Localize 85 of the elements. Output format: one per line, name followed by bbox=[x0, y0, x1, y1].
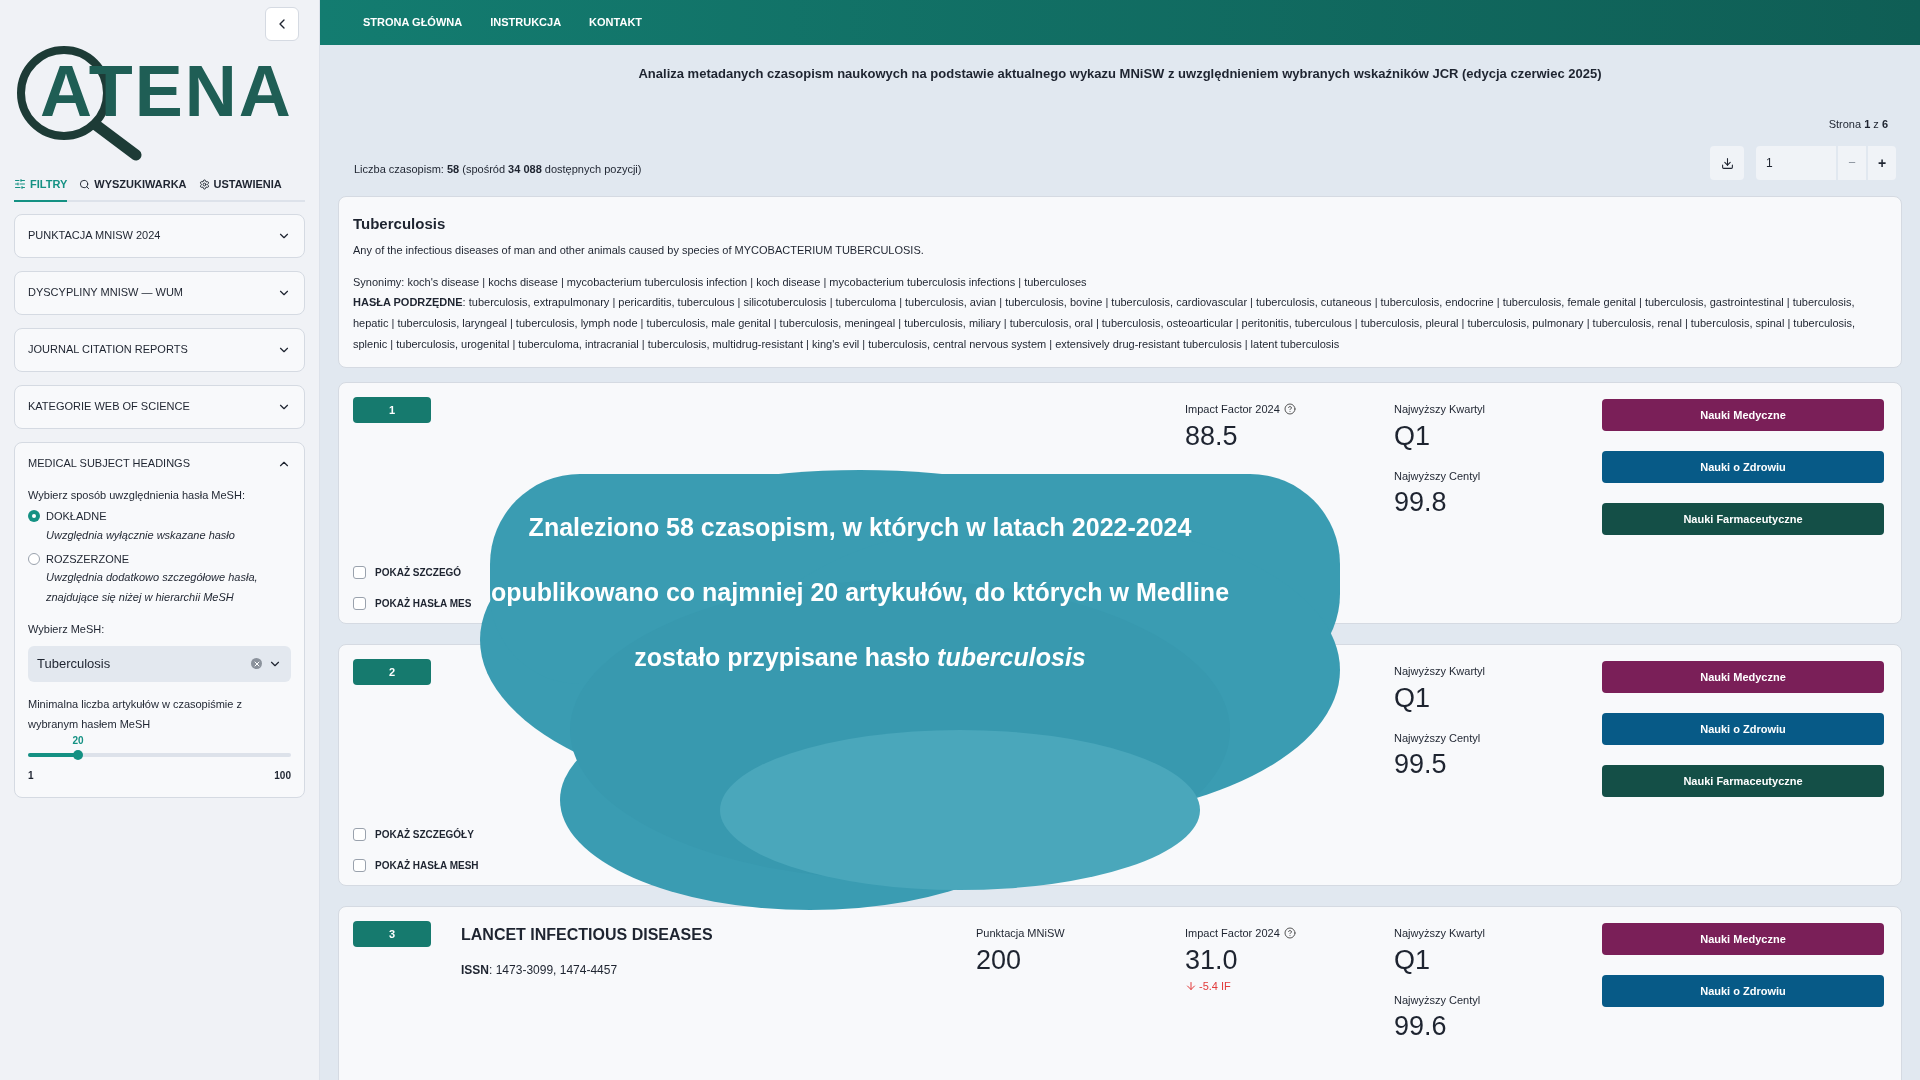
help-icon[interactable] bbox=[1283, 927, 1296, 940]
checkbox-label: POKAŻ HASŁA MES bbox=[375, 596, 472, 611]
checkbox-label: POKAŻ HASŁA MESH bbox=[375, 858, 479, 873]
journal-title: LANCET INFECTIOUS DISEASES bbox=[461, 925, 714, 945]
synonyms-text: Synonimy: koch's disease | kochs disease | mycobacterium tuberculosis infection | koch disease | mycobacterium tuberculosis infections | tuberculoses bbox=[353, 275, 1088, 290]
stat-label: Punktacja MNiSW bbox=[976, 926, 1065, 941]
discipline-tag[interactable]: Nauki Farmaceutyczne bbox=[1602, 765, 1884, 797]
search-icon bbox=[79, 178, 91, 190]
stat-label: Najwyższy Kwartyl bbox=[1394, 926, 1486, 941]
select-value: Tuberculosis bbox=[37, 654, 111, 673]
discipline-tag[interactable]: Nauki o Zdrowiu bbox=[1602, 975, 1884, 1007]
stat-value: 99.8 bbox=[1394, 486, 1448, 519]
arrow-down-icon bbox=[1185, 979, 1197, 992]
radio-label: DOKŁADNE bbox=[46, 509, 108, 524]
issn-text: ISSN: 1473-3099, 1474-4457 bbox=[461, 962, 619, 979]
nav-link[interactable]: KONTAKT bbox=[589, 14, 643, 31]
discipline-tag[interactable]: Nauki Farmaceutyczne bbox=[1602, 503, 1884, 535]
radio-label: ROZSZERZONE bbox=[46, 551, 131, 567]
mesh-select[interactable]: Tuberculosis bbox=[28, 645, 291, 682]
discipline-tag[interactable]: Nauki Medyczne bbox=[1602, 399, 1884, 431]
accordion-header[interactable]: JOURNAL CITATION REPORTS bbox=[15, 328, 304, 371]
result-count: Liczba czasopism: 58 (spośród 34 088 dostępnych pozycji) bbox=[354, 161, 642, 177]
narrower-terms-text: HASŁA PODRZĘDNE: tuberculosis, extrapulmonary | pericarditis, tuberculous | silicotuberculosis | tuberculoma | tuberculosis, avian | tuberculosis, bovine | tuberculosis, cardiovascular | tuberculosis, cutaneous | tuberculosis, endocrine | tuberculosis, female genital | tuberculosis, gastrointestinal | tuberculosis, hepatic | tuberculosis, laryngeal | tuberculosis, lymph node | tuberculosis, male genital | tuberculosis, meningeal | tuberculosis, miliary | tuberculosis, oral | tuberculosis, osteoarticular | peritonitis, tuberculous | tuberculosis, pleural | tuberculosis, pulmonary | tuberculosis, renal | tuberculosis, spinal | tuberculosis, splenic | tuberculosis, urogenital | tuberculoma, intracranial | tuberculosis, multidrug-resistant | king's evil | tuberculosis, central nervous system | extensively drug-resistant tuberculosis | latent tuberculosis bbox=[353, 295, 1857, 352]
slider-thumb[interactable] bbox=[72, 749, 83, 760]
radio-button[interactable] bbox=[28, 510, 40, 522]
stat-label: Impact Factor 2024 bbox=[1185, 926, 1280, 941]
stat-value: Q1 bbox=[1394, 943, 1432, 977]
slider-value: 20 bbox=[72, 733, 84, 748]
rank-badge: 2 bbox=[353, 659, 431, 685]
collapse-sidebar-button[interactable] bbox=[265, 7, 299, 41]
discipline-tag[interactable]: Nauki Medyczne bbox=[1602, 923, 1884, 955]
settings-icon bbox=[198, 178, 210, 190]
sidebar-tab[interactable]: USTAWIENIA bbox=[198, 176, 282, 202]
stat-value: Q1 bbox=[1394, 419, 1432, 453]
overlay-message: Znaleziono 58 czasopism, w których w latach 2022-2024 opublikowano co najmniej 20 artykułów, do których w Medline zostało przypisane hasło tuberculosis bbox=[489, 512, 1231, 673]
field-label: Minimalna liczba artykułów w czasopiśmie z wybranym hasłem MeSH bbox=[28, 696, 243, 732]
help-icon[interactable] bbox=[1283, 403, 1296, 416]
slider-min: 1 bbox=[28, 768, 34, 783]
download-button[interactable] bbox=[1710, 146, 1744, 180]
stat-value: 99.5 bbox=[1394, 748, 1448, 781]
clear-icon[interactable] bbox=[251, 658, 262, 669]
impact-change: -5.4 IF bbox=[1199, 978, 1231, 994]
checkbox-label: POKAŻ SZCZEGÓ bbox=[375, 565, 462, 580]
stat-label: Impact Factor 2024 bbox=[1185, 402, 1280, 417]
stat-value: 88.5 bbox=[1185, 419, 1239, 453]
option-hint: Uwzględnia dodatkowo szczegółowe hasła, znajdujące się niżej w hierarchii MeSH bbox=[46, 570, 259, 605]
stat-label: Najwyższy Kwartyl bbox=[1394, 402, 1486, 417]
page-number-field[interactable]: 1 bbox=[1756, 146, 1836, 180]
slider-max: 100 bbox=[274, 768, 291, 783]
term-description: Any of the infectious diseases of man and other animals caused by species of MYCOBACTERIUM TUBERCULOSIS. bbox=[353, 242, 925, 258]
stat-label: Najwyższy Centyl bbox=[1394, 992, 1481, 1008]
accordion-header[interactable]: PUNKTACJA MNISW 2024 bbox=[15, 214, 304, 257]
stat-value: 200 bbox=[976, 943, 1023, 977]
stat-label: Najwyższy Centyl bbox=[1394, 730, 1481, 746]
nav-link[interactable]: STRONA GŁÓWNA bbox=[363, 14, 463, 31]
accordion-header[interactable]: KATEGORIE WEB OF SCIENCE bbox=[15, 385, 304, 428]
radio-button[interactable] bbox=[28, 552, 40, 565]
page-heading: Analiza metadanych czasopism naukowych na podstawie aktualnego wykazu MNiSW z uwzględnieniem wybranych wskaźników JCR (edycja czerwiec 2025) bbox=[637, 65, 1603, 83]
field-label: Wybierz MeSH: bbox=[28, 622, 106, 637]
increment-button[interactable]: + bbox=[1868, 146, 1896, 180]
stat-label: Najwyższy Centyl bbox=[1394, 468, 1481, 484]
stat-value: 99.6 bbox=[1394, 1010, 1448, 1043]
nav-link[interactable]: INSTRUKCJA bbox=[490, 14, 562, 31]
option-hint: Uwzględnia wyłącznie wskazane hasło bbox=[46, 527, 235, 543]
checkbox[interactable] bbox=[353, 597, 366, 610]
discipline-tag[interactable]: Nauki Medyczne bbox=[1602, 661, 1884, 693]
page-indicator: Strona 1 z 6 bbox=[1828, 116, 1888, 132]
rank-badge: 3 bbox=[353, 921, 431, 947]
stat-value: 31.0 bbox=[1185, 943, 1239, 977]
checkbox[interactable] bbox=[353, 828, 366, 841]
checkbox[interactable] bbox=[353, 859, 366, 872]
stat-label: Najwyższy Kwartyl bbox=[1394, 664, 1486, 679]
filter-icon bbox=[14, 178, 26, 191]
sidebar-tab[interactable]: WYSZUKIWARKA bbox=[79, 176, 187, 202]
checkbox[interactable] bbox=[353, 566, 366, 579]
rank-badge: 1 bbox=[353, 397, 431, 423]
checkbox-label: POKAŻ SZCZEGÓŁY bbox=[375, 827, 474, 842]
accordion-header[interactable]: MEDICAL SUBJECT HEADINGS bbox=[15, 442, 304, 485]
field-label: Wybierz sposób uwzględnienia hasła MeSH: bbox=[28, 487, 246, 503]
accordion-header[interactable]: DYSCYPLINY MNISW — WUM bbox=[15, 271, 304, 314]
download-icon bbox=[1720, 156, 1734, 170]
discipline-tag[interactable]: Nauki o Zdrowiu bbox=[1602, 713, 1884, 745]
term-title: Tuberculosis bbox=[353, 214, 447, 234]
discipline-tag[interactable]: Nauki o Zdrowiu bbox=[1602, 451, 1884, 483]
stat-value: Q1 bbox=[1394, 681, 1432, 715]
